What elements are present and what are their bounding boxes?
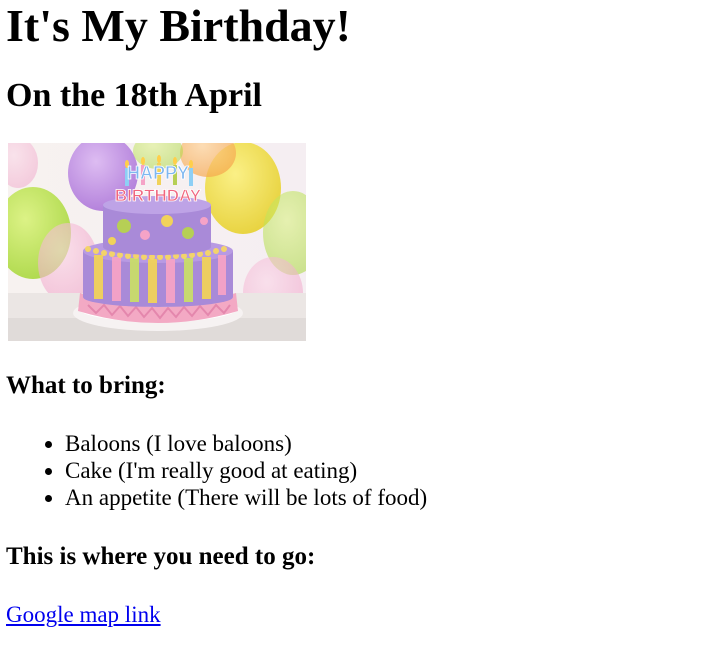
page-title: It's My Birthday! (6, 0, 351, 51)
birthday-cake-image: HAPPY BIRTHDAY (8, 143, 306, 341)
page: It's My Birthday! On the 18th April HAPP… (0, 0, 724, 628)
bring-heading: What to bring: (6, 372, 166, 399)
cake-topper-happy: HAPPY (127, 163, 189, 183)
list-item: Baloons (I love baloons) (65, 430, 724, 457)
google-map-link[interactable]: Google map link (6, 601, 161, 628)
bring-list: Baloons (I love baloons) Cake (I'm reall… (6, 430, 724, 511)
page-subtitle: On the 18th April (6, 77, 262, 114)
where-heading: This is where you need to go: (6, 543, 316, 570)
list-item: An appetite (There will be lots of food) (65, 484, 724, 511)
cake-topper-birthday: BIRTHDAY (115, 186, 202, 205)
list-item: Cake (I'm really good at eating) (65, 457, 724, 484)
